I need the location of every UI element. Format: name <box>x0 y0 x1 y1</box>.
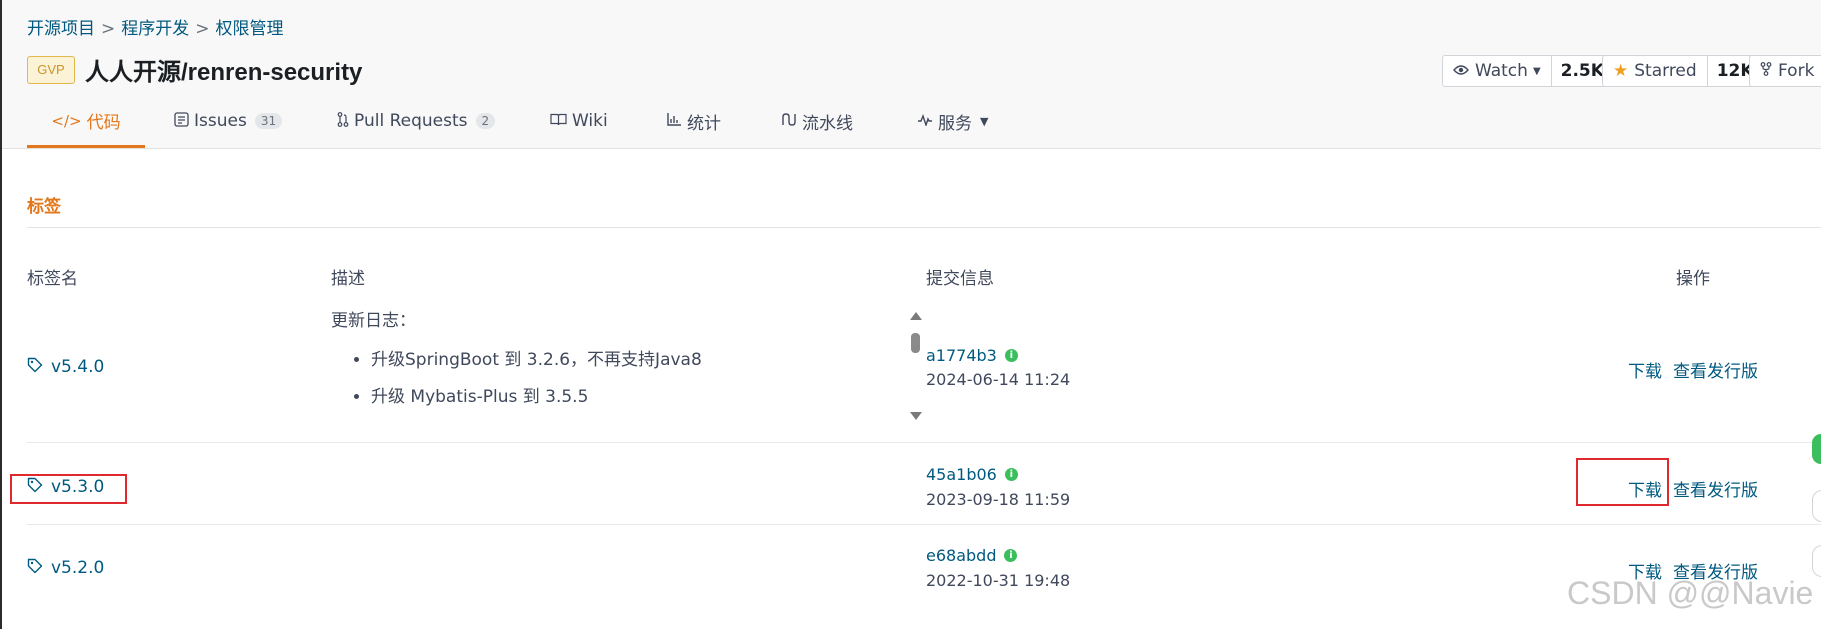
verified-icon: i <box>1004 549 1018 562</box>
tag-link-v520[interactable]: v5.2.0 <box>27 558 104 578</box>
star-button-group[interactable]: ★ Starred 12K <box>1602 55 1764 87</box>
section-title-tags: 标签 <box>27 197 61 217</box>
tab-pull-requests[interactable]: Pull Requests 2 <box>337 96 496 146</box>
tab-label: 服务 <box>938 113 972 134</box>
watch-button-group[interactable]: Watch ▼ 2.5K <box>1442 55 1614 87</box>
pull-request-icon <box>337 111 349 131</box>
caret-down-icon: ▼ <box>1532 65 1541 77</box>
commit-date: 2023-09-18 11:59 <box>926 490 1071 509</box>
repo-title[interactable]: 人人开源/renren-security <box>85 52 362 87</box>
description-item: 升级SpringBoot 到 3.2.6，不再支持Java8 <box>371 345 911 370</box>
fork-label: Fork <box>1778 61 1815 81</box>
tab-label: 流水线 <box>802 113 853 134</box>
tab-issues[interactable]: Issues 31 <box>174 96 283 146</box>
commit-hash: a1774b3 <box>926 346 997 365</box>
download-link[interactable]: 下载 <box>1628 357 1662 382</box>
breadcrumb-item-permission[interactable]: 权限管理 <box>216 19 284 39</box>
tab-label: 统计 <box>687 113 721 134</box>
breadcrumb: 开源项目 > 程序开发 > 权限管理 <box>27 14 284 39</box>
breadcrumb-separator: > <box>195 19 210 39</box>
issues-count-badge: 31 <box>254 113 283 129</box>
tab-label: Pull Requests <box>354 111 468 131</box>
tag-link-v540[interactable]: v5.4.0 <box>27 357 104 377</box>
commit-hash-link[interactable]: e68abdd i <box>926 546 1018 565</box>
watch-label: Watch <box>1475 61 1528 81</box>
section-divider <box>27 227 1821 228</box>
tab-pipeline[interactable]: 流水线 <box>781 96 853 146</box>
commit-date: 2024-06-14 11:24 <box>926 370 1071 389</box>
floating-widget-green[interactable] <box>1812 434 1821 464</box>
pr-count-badge: 2 <box>475 113 496 129</box>
column-header-description: 描述 <box>331 269 365 289</box>
fork-button[interactable]: Fork <box>1750 56 1821 86</box>
service-icon <box>917 112 933 130</box>
column-header-actions: 操作 <box>1676 269 1710 289</box>
view-release-link[interactable]: 查看发行版 <box>1673 357 1758 382</box>
tag-name: v5.4.0 <box>51 357 105 377</box>
tab-code[interactable]: </> 代码 <box>27 96 145 148</box>
issues-icon <box>174 111 189 131</box>
description-item: 升级 Mybatis-Plus 到 3.5.5 <box>371 382 911 407</box>
star-label: Starred <box>1634 61 1697 81</box>
tag-icon <box>27 558 43 578</box>
watch-button[interactable]: Watch ▼ <box>1443 56 1551 86</box>
row-divider <box>27 524 1821 525</box>
verified-icon: i <box>1004 349 1018 362</box>
scroll-down-arrow-icon[interactable] <box>910 412 922 420</box>
tab-label: 代码 <box>86 113 121 133</box>
caret-down-icon: ▼ <box>980 114 989 128</box>
tag-name: v5.2.0 <box>51 558 105 578</box>
breadcrumb-item-open-source[interactable]: 开源项目 <box>27 19 95 39</box>
scroll-up-arrow-icon[interactable] <box>910 312 922 320</box>
commit-hash-link[interactable]: a1774b3 i <box>926 346 1018 365</box>
highlight-box-download <box>1576 458 1669 506</box>
fork-icon <box>1760 62 1772 80</box>
scrollbar-thumb[interactable] <box>911 333 920 353</box>
star-button[interactable]: ★ Starred <box>1603 56 1707 86</box>
description-list: 升级SpringBoot 到 3.2.6，不再支持Java8 升级 Mybati… <box>331 345 911 407</box>
commit-hash-link[interactable]: 45a1b06 i <box>926 465 1018 484</box>
code-icon: </> <box>51 111 82 130</box>
stats-icon <box>667 112 682 130</box>
breadcrumb-separator: > <box>101 19 116 39</box>
column-header-commit: 提交信息 <box>926 269 994 289</box>
commit-hash: e68abdd <box>926 546 997 565</box>
repo-header: GVP 人人开源/renren-security <box>27 52 362 87</box>
commit-date: 2022-10-31 19:48 <box>926 571 1071 590</box>
verified-icon: i <box>1004 468 1018 481</box>
left-edge-line <box>0 0 2 629</box>
floating-widget[interactable] <box>1812 545 1821 577</box>
floating-widget[interactable] <box>1812 490 1821 522</box>
tab-label: Wiki <box>572 111 608 131</box>
tab-stats[interactable]: 统计 <box>667 96 721 146</box>
fork-button-group[interactable]: Fork <box>1749 55 1821 87</box>
gvp-badge: GVP <box>27 55 75 84</box>
tab-service[interactable]: 服务 ▼ <box>917 96 988 146</box>
row-divider <box>27 442 1821 443</box>
highlight-box-tag <box>10 474 127 504</box>
star-icon: ★ <box>1613 61 1629 81</box>
description-title: 更新日志： <box>331 311 416 331</box>
tag-icon <box>27 357 43 377</box>
commit-hash: 45a1b06 <box>926 465 997 484</box>
wiki-icon <box>550 112 567 130</box>
pipeline-icon <box>781 112 797 131</box>
watermark: CSDN @@Navie <box>1567 575 1814 611</box>
release-description: 更新日志： 升级SpringBoot 到 3.2.6，不再支持Java8 升级 … <box>331 306 911 424</box>
tab-label: Issues <box>194 111 247 131</box>
column-header-tag: 标签名 <box>27 269 78 289</box>
view-release-link[interactable]: 查看发行版 <box>1673 476 1758 501</box>
tab-wiki[interactable]: Wiki <box>550 96 608 146</box>
breadcrumb-item-dev[interactable]: 程序开发 <box>121 19 189 39</box>
eye-icon <box>1453 62 1469 80</box>
description-scrollbar[interactable] <box>907 312 923 420</box>
